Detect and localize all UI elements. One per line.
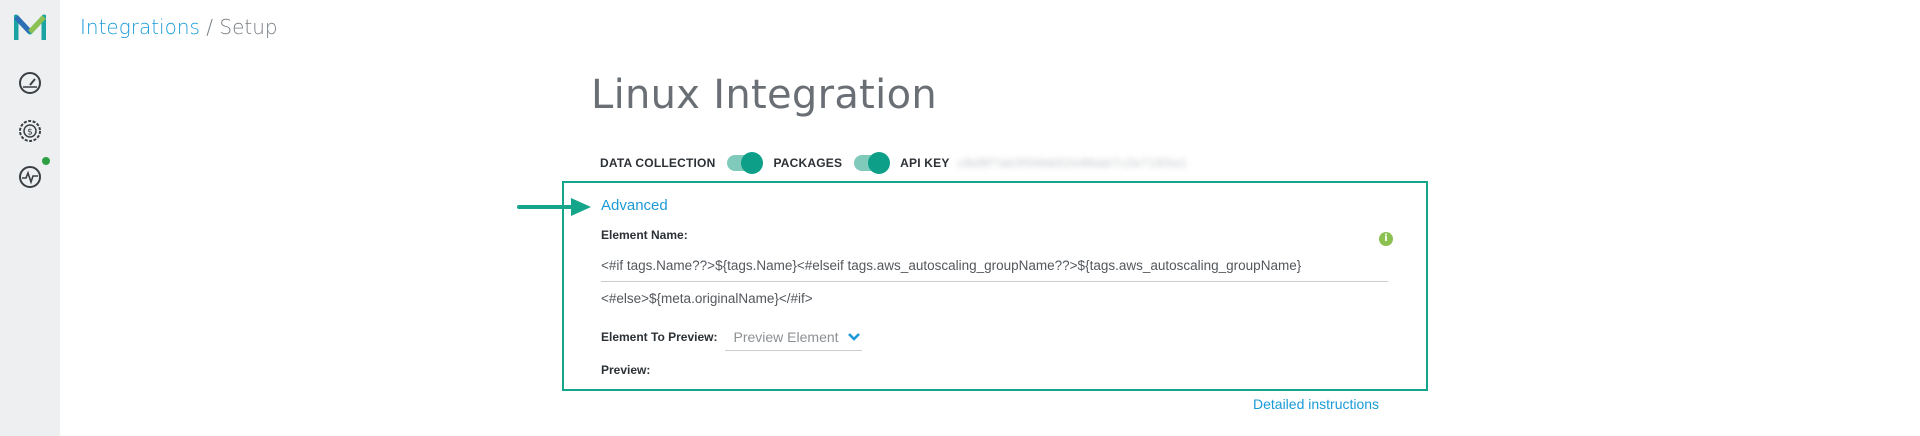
element-name-template-input[interactable]: <#if tags.Name??>${tags.Name}<#elseif ta…: [601, 258, 1388, 282]
chevron-down-icon: [847, 332, 860, 341]
element-name-template-continuation[interactable]: <#else>${meta.originalName}</#if>: [601, 291, 813, 306]
element-to-preview-row: Element To Preview: Preview Element: [601, 323, 863, 351]
breadcrumb-current: Setup: [219, 15, 278, 39]
preview-element-select[interactable]: Preview Element: [725, 323, 863, 351]
advanced-link[interactable]: Advanced: [601, 197, 668, 214]
data-collection-label: DATA COLLECTION: [600, 156, 716, 170]
monitoring-pulse-icon[interactable]: [17, 164, 43, 190]
app-logo-icon[interactable]: [14, 14, 46, 42]
data-collection-toggle[interactable]: [727, 152, 764, 174]
svg-text:$: $: [27, 128, 33, 138]
api-key-label: API KEY: [900, 156, 950, 170]
breadcrumb: Integrations / Setup: [80, 15, 278, 39]
info-icon[interactable]: i: [1379, 232, 1393, 246]
preview-label: Preview:: [601, 363, 651, 377]
breadcrumb-separator: /: [199, 15, 220, 39]
preview-select-value: Preview Element: [733, 328, 839, 345]
dashboard-gauge-icon[interactable]: [17, 70, 43, 96]
packages-toggle[interactable]: [854, 152, 891, 174]
element-name-label: Element Name:: [601, 228, 688, 242]
advanced-settings-panel: [562, 181, 1428, 391]
billing-coin-icon[interactable]: $: [17, 118, 43, 144]
breadcrumb-integrations-link[interactable]: Integrations: [80, 15, 200, 39]
api-key-value: c8d9f7ab3f04bb52e86ab7c2e7193a1: [957, 156, 1188, 170]
status-dot: [42, 157, 50, 165]
page-title: Linux Integration: [591, 72, 937, 118]
sidebar: $: [0, 0, 60, 436]
toggle-knob: [741, 152, 764, 174]
toggle-knob: [868, 152, 891, 174]
integration-toggles: DATA COLLECTION PACKAGES API KEY c8d9f7a…: [600, 152, 1187, 174]
packages-label: PACKAGES: [773, 156, 843, 170]
detailed-instructions-link[interactable]: Detailed instructions: [1253, 396, 1379, 412]
element-to-preview-label: Element To Preview:: [601, 330, 718, 344]
